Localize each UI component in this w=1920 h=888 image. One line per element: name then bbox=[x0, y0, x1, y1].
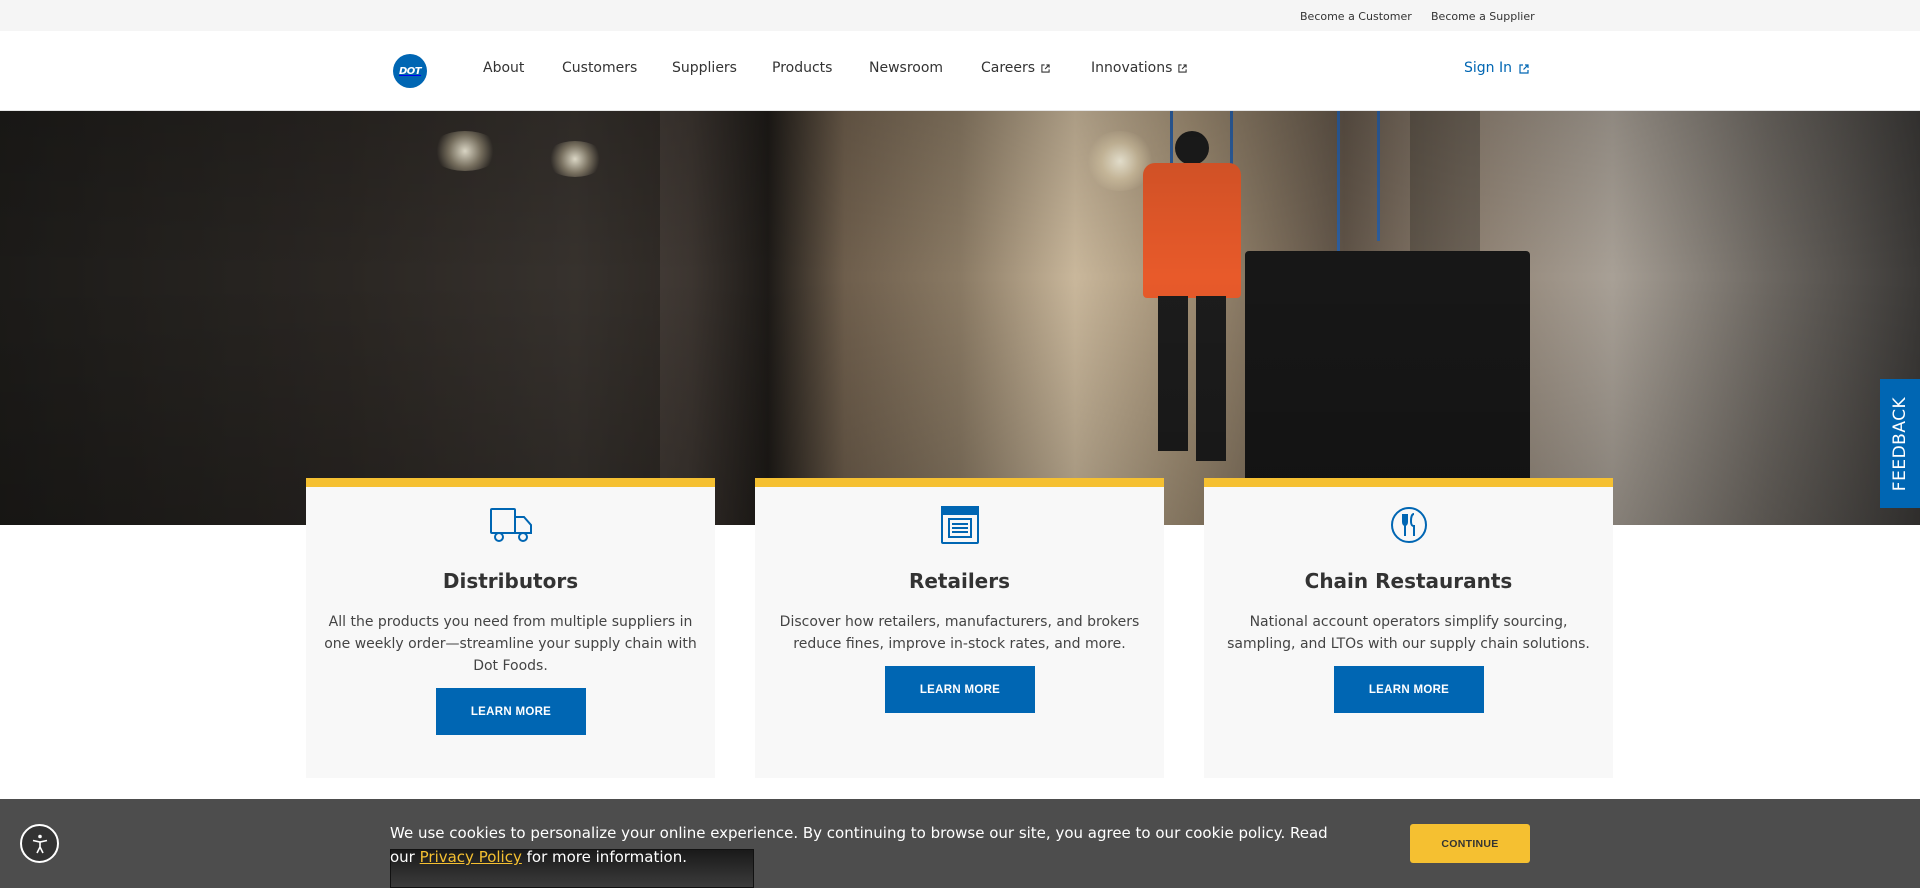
main-header: DOT About Customers Suppliers Products N… bbox=[0, 31, 1920, 111]
external-link-icon bbox=[1178, 63, 1188, 73]
cookie-text-after: for more information. bbox=[521, 848, 687, 866]
utility-bar: Become a Customer Become a Supplier bbox=[0, 0, 1920, 31]
distributors-learn-more-button[interactable]: LEARN MORE bbox=[436, 688, 586, 735]
sign-in-label: Sign In bbox=[1464, 60, 1512, 76]
nav-careers[interactable]: Careers bbox=[981, 60, 1050, 76]
feedback-tab[interactable]: FEEDBACK bbox=[1880, 379, 1920, 508]
become-supplier-link[interactable]: Become a Supplier bbox=[1431, 10, 1535, 23]
nav-newsroom-label: Newsroom bbox=[869, 60, 944, 76]
sign-in-link[interactable]: Sign In bbox=[1464, 60, 1529, 76]
nav-customers-label: Customers bbox=[562, 60, 638, 76]
external-link-icon bbox=[1519, 63, 1529, 74]
nav-products-label: Products bbox=[772, 60, 833, 76]
feedback-label: FEEDBACK bbox=[1890, 396, 1910, 491]
utensils-icon bbox=[1387, 505, 1431, 545]
nav-careers-label: Careers bbox=[981, 60, 1036, 76]
dot-foods-logo[interactable]: DOT bbox=[393, 54, 427, 88]
nav-innovations[interactable]: Innovations bbox=[1091, 60, 1188, 76]
nav-newsroom[interactable]: Newsroom bbox=[869, 60, 943, 76]
retailers-card: Retailers Discover how retailers, manufa… bbox=[755, 478, 1164, 778]
accessibility-icon bbox=[32, 834, 47, 853]
nav-products[interactable]: Products bbox=[772, 60, 832, 76]
nav-about-label: About bbox=[483, 60, 525, 76]
cookie-message: We use cookies to personalize your onlin… bbox=[390, 821, 1330, 869]
distributors-card: Distributors All the products you need f… bbox=[306, 478, 715, 778]
card-title: Chain Restaurants bbox=[1304, 569, 1513, 593]
chain-restaurants-card: Chain Restaurants National account opera… bbox=[1204, 478, 1613, 778]
nav-about[interactable]: About bbox=[483, 60, 524, 76]
storefront-icon bbox=[938, 505, 982, 545]
external-link-icon bbox=[1041, 63, 1050, 73]
cookie-banner: We use cookies to personalize your onlin… bbox=[0, 799, 1920, 888]
accessibility-button[interactable] bbox=[20, 824, 59, 863]
truck-icon bbox=[489, 505, 533, 545]
nav-customers[interactable]: Customers bbox=[562, 60, 637, 76]
logo-text: DOT bbox=[398, 65, 422, 77]
card-description: Discover how retailers, manufacturers, a… bbox=[779, 614, 1140, 652]
card-title: Retailers bbox=[908, 569, 1011, 593]
become-customer-link[interactable]: Become a Customer bbox=[1300, 10, 1412, 23]
hero-image bbox=[0, 111, 1920, 525]
card-description: All the products you need from multiple … bbox=[324, 614, 697, 674]
nav-suppliers[interactable]: Suppliers bbox=[672, 60, 737, 76]
privacy-policy-link[interactable]: Privacy Policy bbox=[420, 848, 522, 866]
card-title: Distributors bbox=[442, 569, 579, 593]
retailers-learn-more-button[interactable]: LEARN MORE bbox=[885, 666, 1035, 713]
chain-restaurants-learn-more-button[interactable]: LEARN MORE bbox=[1334, 666, 1484, 713]
nav-innovations-label: Innovations bbox=[1091, 60, 1173, 76]
card-description: National account operators simplify sour… bbox=[1227, 614, 1590, 652]
nav-suppliers-label: Suppliers bbox=[672, 60, 737, 76]
continue-button[interactable]: CONTINUE bbox=[1410, 824, 1530, 863]
